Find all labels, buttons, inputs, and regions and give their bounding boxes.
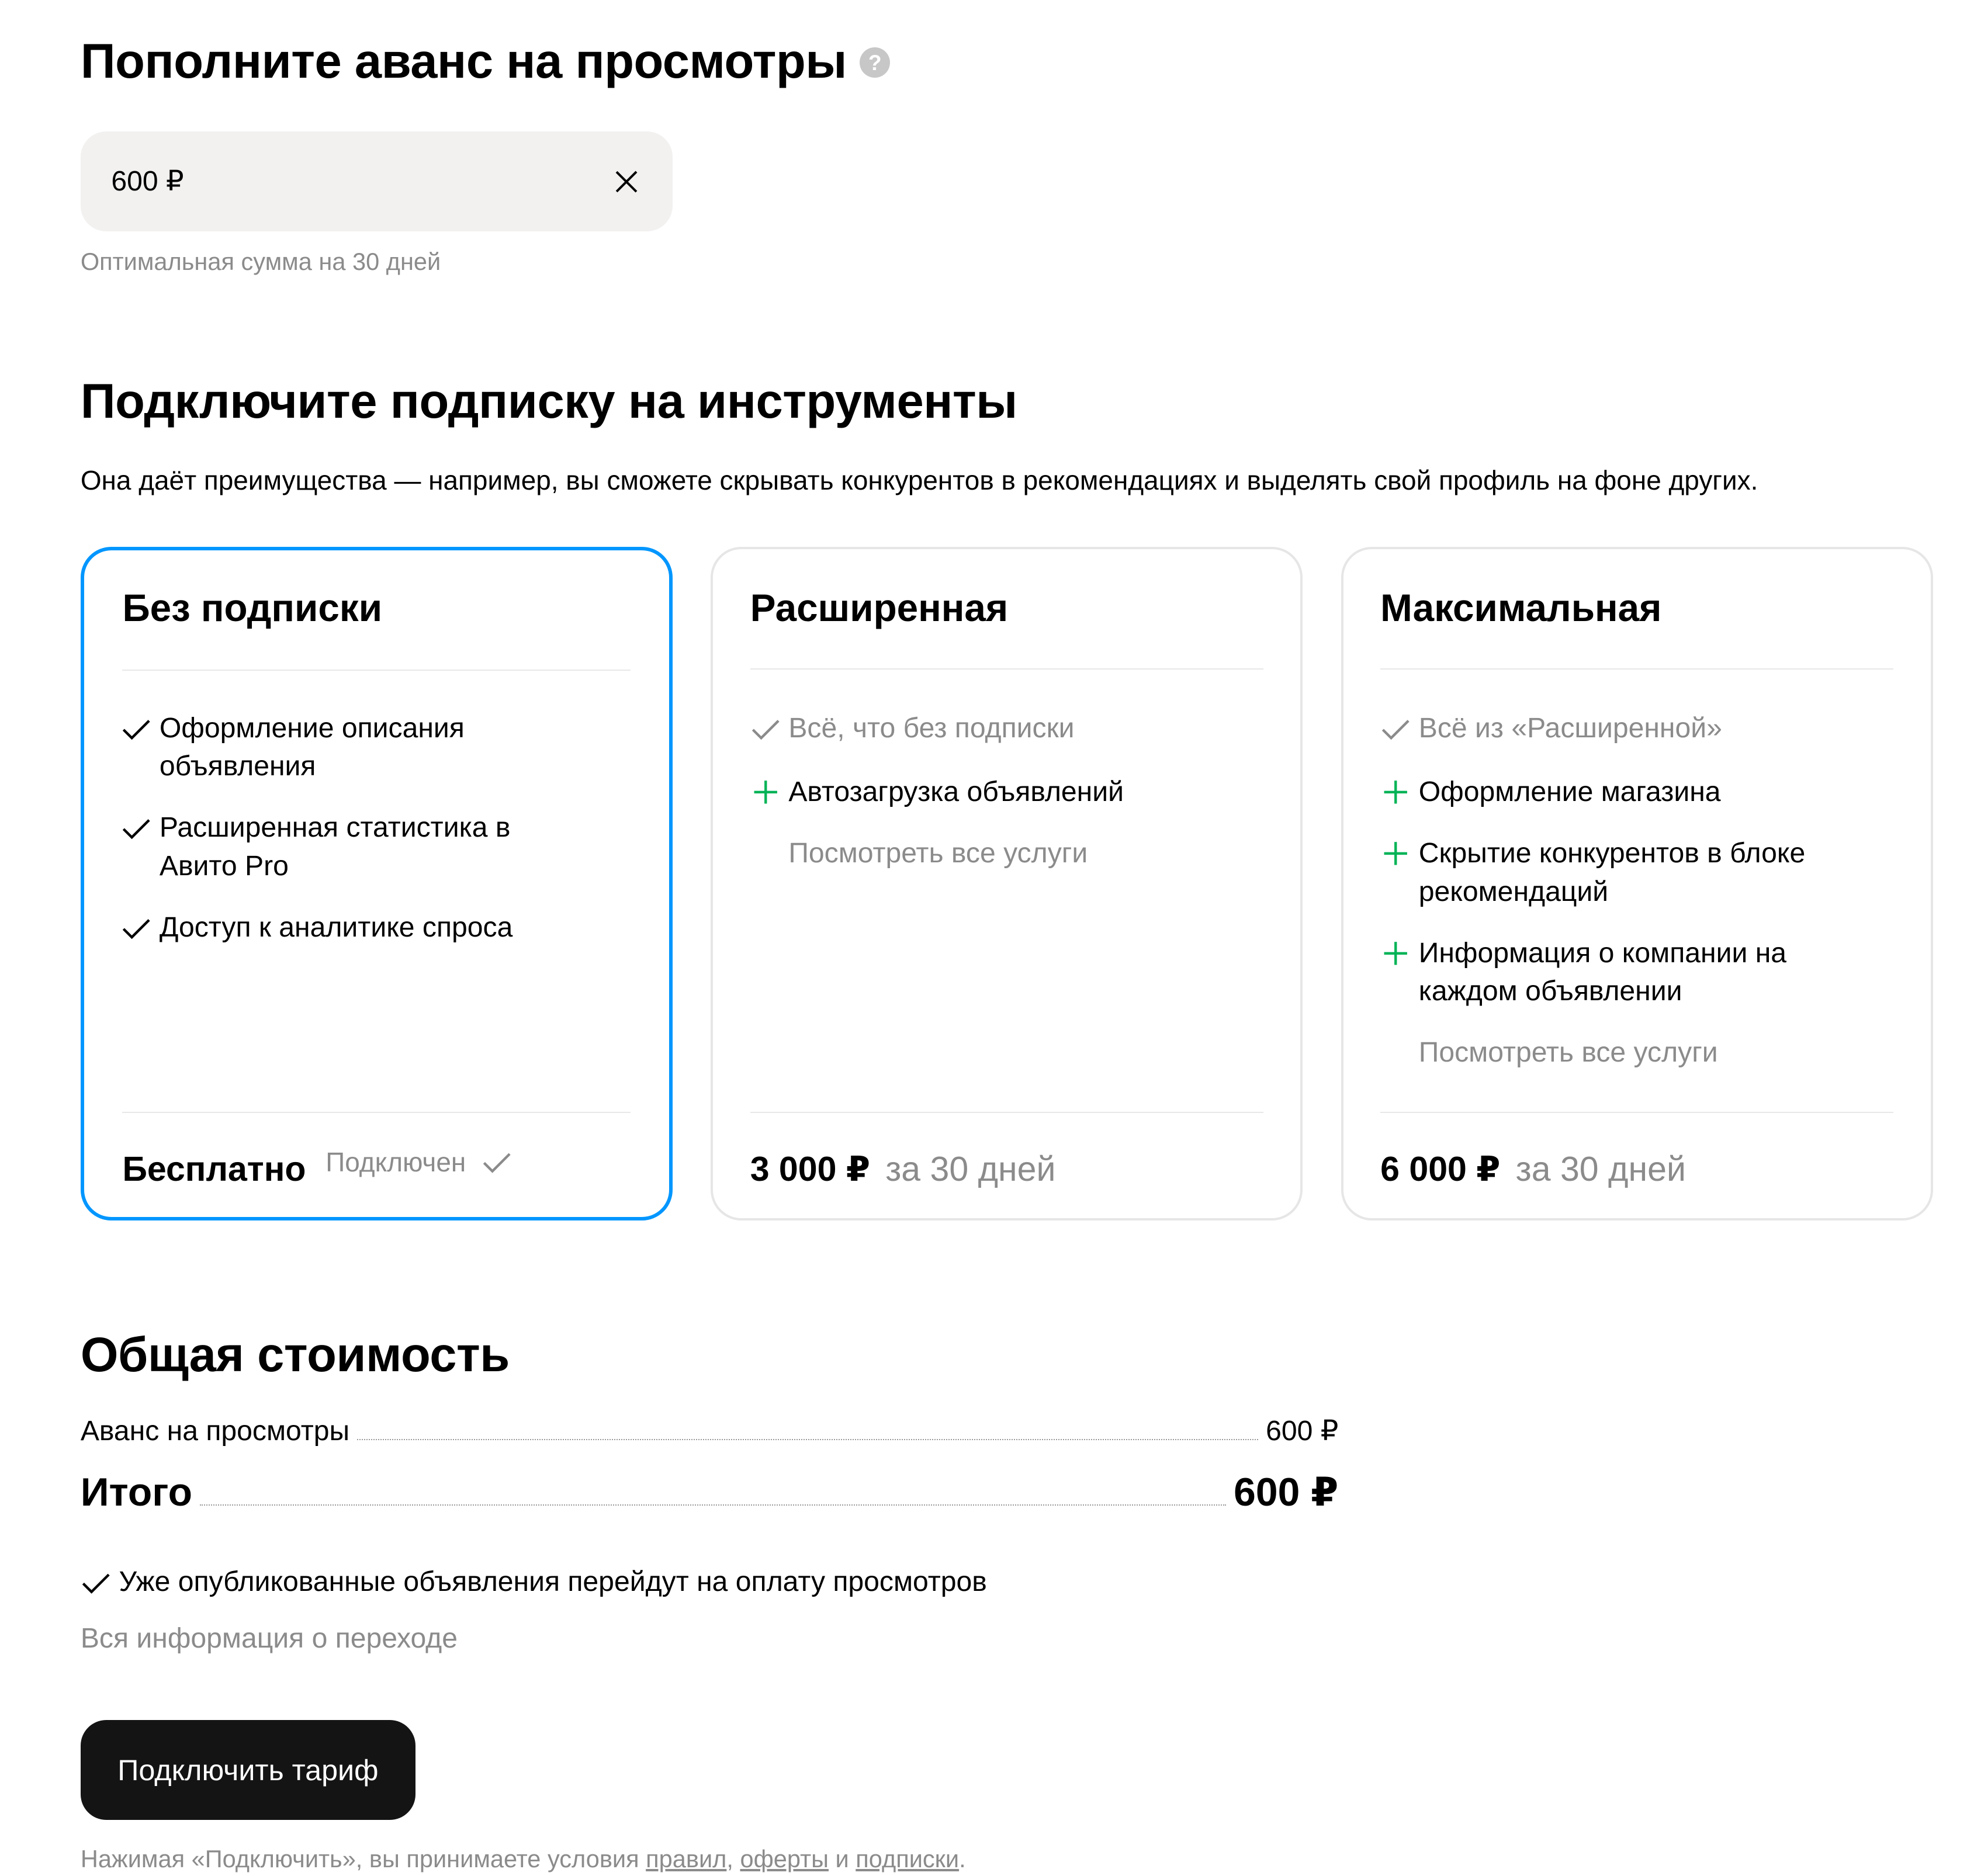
plan-feature-text: Автозагрузка объявлений	[788, 776, 1124, 808]
check-icon	[1380, 709, 1411, 748]
subscription-lead: Она даёт преимущества — например, вы смо…	[80, 464, 1758, 495]
check-icon	[121, 709, 152, 748]
transition-info-link[interactable]: Вся информация о переходе	[81, 1620, 458, 1658]
plan-card-extended[interactable]: Расширенная Всё, что без подписки Автоза…	[711, 547, 1303, 1221]
plan-feature: Оформление магазина	[1384, 773, 1879, 812]
check-icon	[81, 1567, 112, 1598]
grand-total-value: 600 ₽	[1234, 1471, 1339, 1515]
legal-comma: ,	[726, 1845, 740, 1873]
plan-price-period: за 30 дней	[885, 1149, 1056, 1188]
plan-title: Максимальная	[1380, 587, 1662, 630]
plan-feature: Информация о компании на каждом объявлен…	[1384, 934, 1802, 1011]
plan-feature-text: Скрытие конкурентов в блоке рекомендаций	[1418, 837, 1806, 907]
plan-price-amount: 6 000 ₽	[1380, 1149, 1501, 1188]
plan-price-period: за 30 дней	[1515, 1149, 1686, 1188]
check-icon	[121, 809, 152, 847]
plan-feature: Оформление описания объявления	[123, 709, 543, 786]
advance-cost-value: 600 ₽	[1266, 1415, 1339, 1447]
plan-feature-text: Расширенная статистика в Авито Pro	[159, 812, 511, 882]
all-services-link[interactable]: Посмотреть все услуги	[1419, 1034, 1879, 1072]
amount-field[interactable]	[80, 131, 673, 231]
legal-text: Нажимая «Подключить», вы принимаете усло…	[81, 1843, 966, 1876]
plan-price: 6 000 ₽ за 30 дней	[1380, 1146, 1686, 1192]
advance-title-text: Пополните аванс на просмотры	[80, 33, 847, 88]
legal-suffix: .	[959, 1845, 966, 1873]
plan-feature: Всё, что без подписки	[752, 709, 1249, 748]
grand-total-row: Итого 600 ₽	[81, 1467, 1339, 1518]
dotted-leader	[200, 1504, 1227, 1506]
amount-input[interactable]	[111, 131, 572, 231]
plan-feature-text: Всё из «Расширенной»	[1418, 712, 1722, 744]
total-title: Общая стоимость	[80, 1327, 510, 1382]
transition-note: Уже опубликованные объявления перейдут н…	[81, 1563, 987, 1601]
close-icon[interactable]	[611, 166, 642, 197]
divider	[750, 1111, 1263, 1113]
plan-status-text: Подключен	[325, 1147, 466, 1178]
offer-link[interactable]: оферты	[740, 1845, 828, 1872]
plus-icon	[1380, 773, 1411, 812]
check-icon	[482, 1146, 512, 1177]
plan-feature-text: Информация о компании на каждом объявлен…	[1418, 937, 1787, 1007]
rules-link[interactable]: правил	[646, 1845, 726, 1872]
transition-note-text: Уже опубликованные объявления перейдут н…	[119, 1566, 987, 1598]
plan-price-amount: 3 000 ₽	[750, 1149, 870, 1188]
legal-prefix: Нажимая «Подключить», вы принимаете усло…	[80, 1845, 646, 1873]
all-services-link[interactable]: Посмотреть все услуги	[788, 834, 1249, 873]
dotted-leader	[357, 1439, 1258, 1441]
plan-price: 3 000 ₽ за 30 дней	[750, 1146, 1056, 1192]
help-icon[interactable]: ?	[859, 47, 891, 78]
divider	[122, 669, 631, 671]
plan-price: Бесплатно	[122, 1149, 306, 1188]
plus-icon	[1380, 934, 1411, 973]
check-icon	[750, 709, 781, 748]
plan-title: Расширенная	[750, 587, 1009, 630]
divider	[1380, 1111, 1894, 1113]
plan-feature-text: Доступ к аналитике спроса	[159, 911, 513, 943]
plan-feature: Всё из «Расширенной»	[1381, 709, 1879, 748]
divider	[1380, 668, 1894, 670]
check-icon	[121, 908, 152, 947]
plan-card-maximum[interactable]: Максимальная Всё из «Расширенной» Оформл…	[1341, 547, 1933, 1221]
plan-status: Подключен	[325, 1145, 512, 1180]
plan-feature-text: Всё, что без подписки	[788, 712, 1075, 744]
plan-feature: Скрытие конкурентов в блоке рекомендаций	[1384, 834, 1854, 911]
divider	[122, 1111, 631, 1113]
legal-and: и	[828, 1845, 856, 1873]
amount-hint: Оптимальная сумма на 30 дней	[80, 248, 441, 276]
divider	[750, 668, 1263, 670]
plan-feature: Расширенная статистика в Авито Pro	[123, 809, 543, 885]
plan-feature-text: Оформление магазина	[1418, 776, 1721, 808]
subscription-title: Подключите подписку на инструменты	[80, 373, 1017, 428]
grand-total-label: Итого	[80, 1471, 193, 1515]
connect-plan-button[interactable]: Подключить тариф	[80, 1720, 415, 1820]
subscription-link[interactable]: подписки	[856, 1845, 959, 1872]
plan-feature: Автозагрузка объявлений	[754, 773, 1249, 812]
plan-feature-text: Оформление описания объявления	[159, 712, 465, 782]
page: Пополните аванс на просмотры? Оптимальна…	[0, 0, 1967, 1872]
advance-cost-label: Аванс на просмотры	[80, 1415, 350, 1447]
plan-feature: Доступ к аналитике спроса	[123, 908, 594, 947]
plus-icon	[1380, 834, 1411, 873]
plan-card-free[interactable]: Без подписки Оформление описания объявле…	[80, 547, 673, 1221]
plan-title: Без подписки	[122, 586, 383, 629]
advance-cost-row: Аванс на просмотры 600 ₽	[81, 1413, 1339, 1449]
advance-title: Пополните аванс на просмотры?	[80, 33, 891, 89]
plus-icon	[750, 773, 781, 812]
